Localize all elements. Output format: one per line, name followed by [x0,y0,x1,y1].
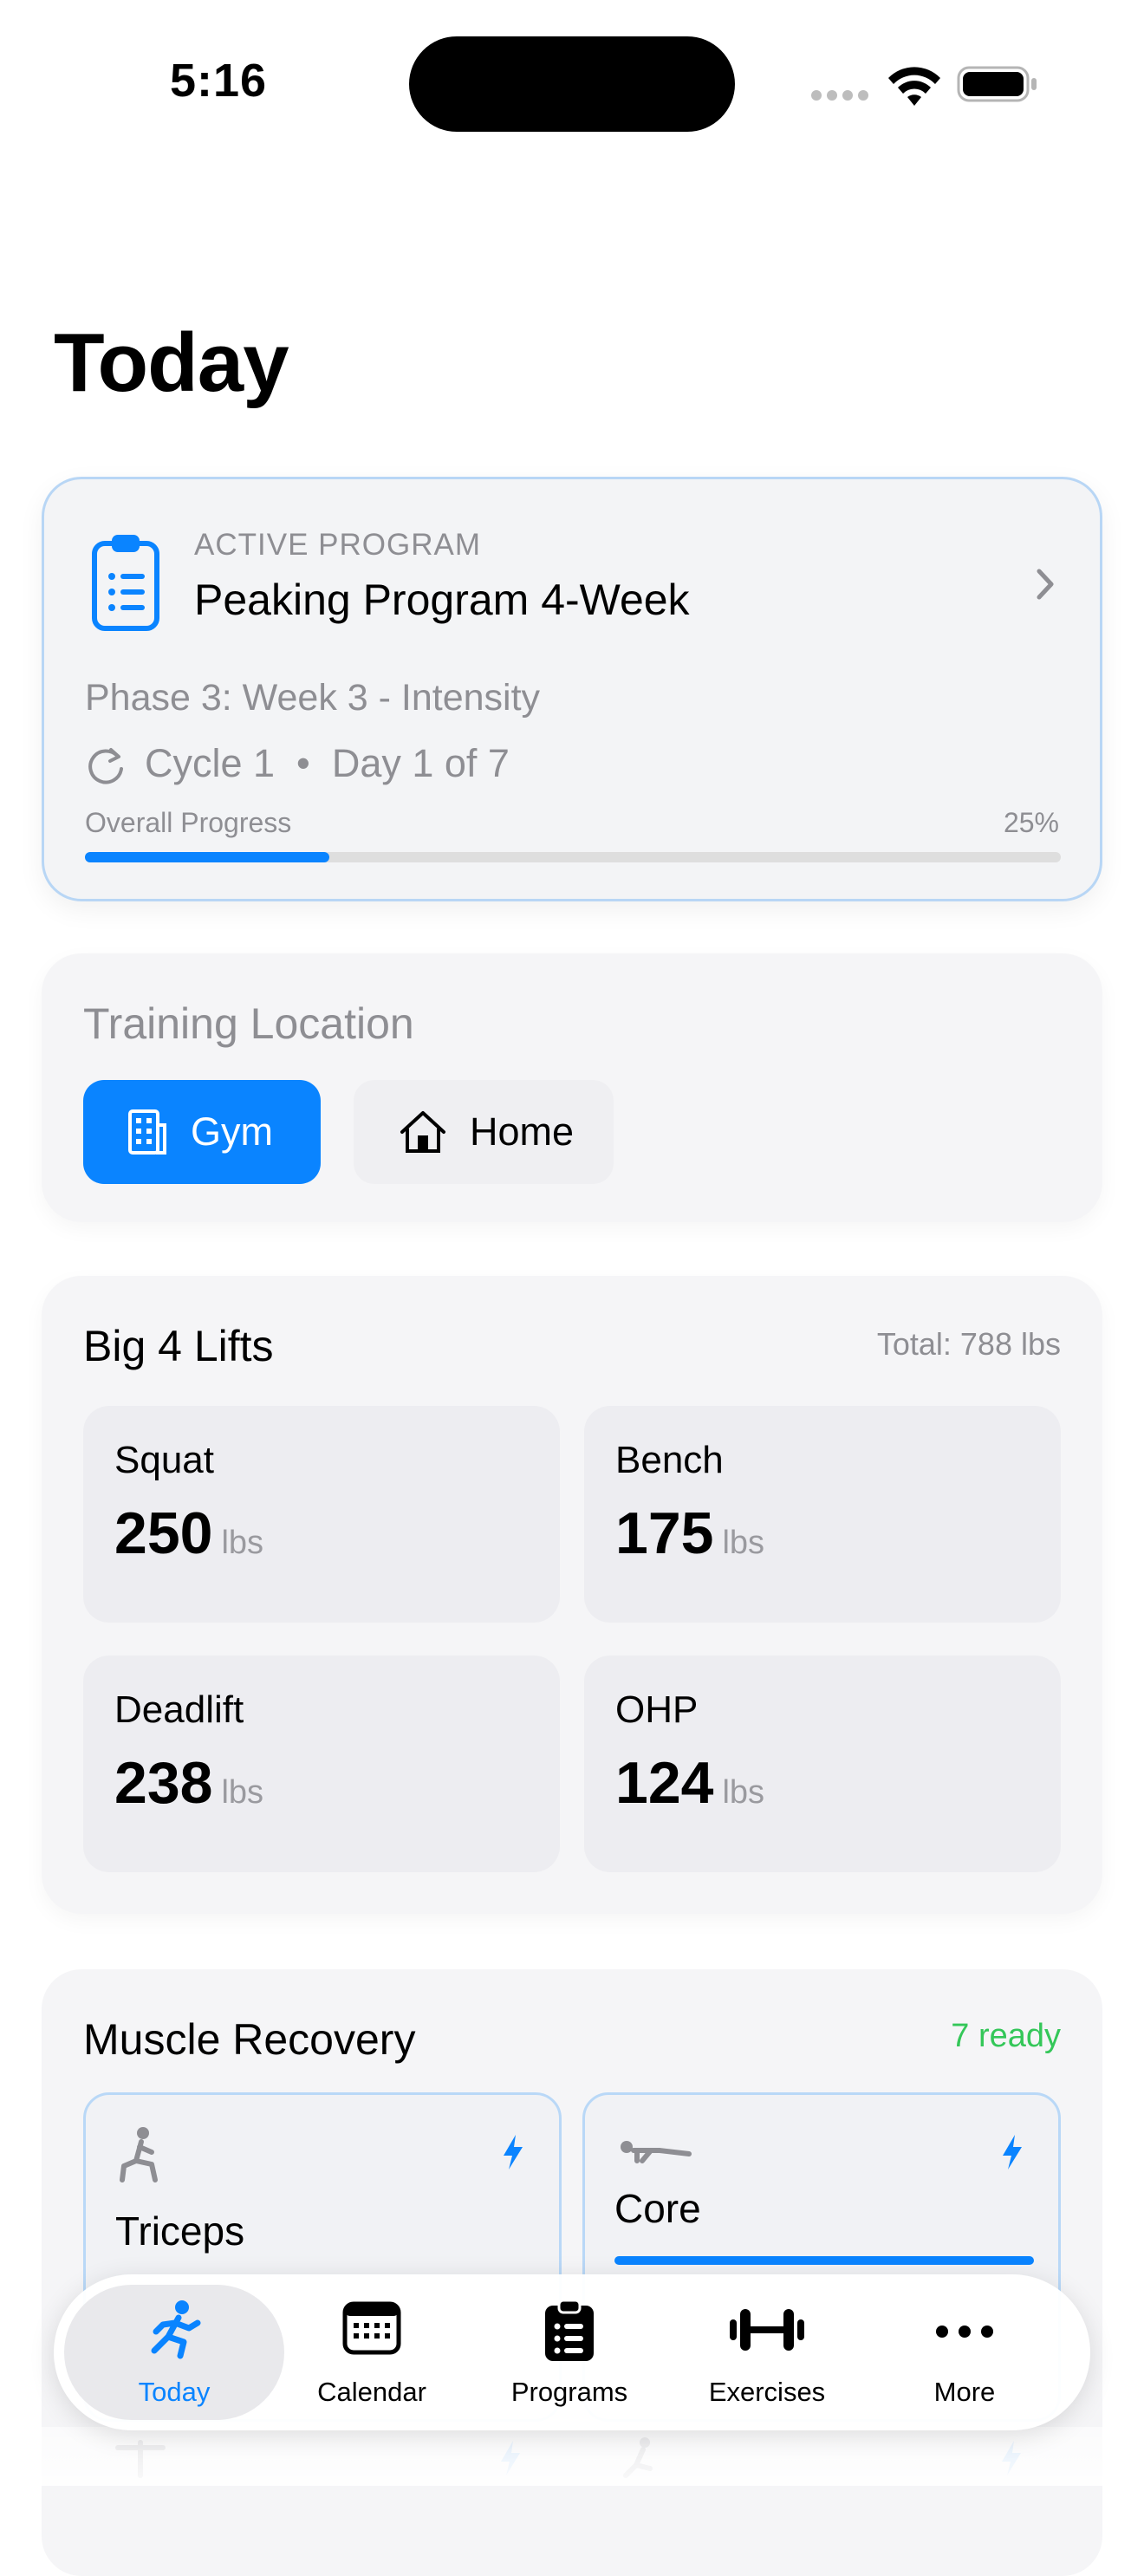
bolt-icon [504,2135,523,2169]
tab-label: Exercises [708,2377,826,2407]
program-cycle: Cycle 1 • Day 1 of 7 [145,741,510,785]
tab-calendar[interactable]: Calendar [272,2274,471,2430]
chevron-right-icon[interactable] [1032,564,1058,604]
lift-tile-ohp[interactable]: OHP 124 lbs [584,1656,1061,1872]
lift-value: 238 [114,1750,213,1816]
tab-today[interactable]: Today [75,2274,274,2430]
tab-exercises[interactable]: Exercises [667,2274,867,2430]
bolt-icon [1003,2135,1022,2169]
house-icon [400,1111,445,1153]
scroll-fade [42,2427,1102,2486]
tab-programs[interactable]: Programs [470,2274,669,2430]
lift-name: Deadlift [114,1688,244,1731]
page-title: Today [54,316,289,409]
lift-name: Squat [114,1439,214,1481]
clipboard-icon [92,535,159,631]
tab-label: Today [138,2377,211,2407]
tab-label: More [933,2377,996,2407]
progress-bar-fill [85,852,329,862]
building-icon [128,1109,166,1155]
calendar-icon [342,2301,401,2355]
recovery-ready-count: 7 ready [951,2018,1061,2054]
lift-value: 175 [615,1500,714,1566]
plank-figure-icon [621,2141,692,2163]
lift-name: Bench [615,1439,724,1481]
tab-label: Programs [510,2377,628,2407]
program-name: Peaking Program 4-Week [194,576,690,624]
lift-unit: lbs [722,1774,765,1811]
lift-unit: lbs [221,1774,264,1811]
training-location-title: Training Location [83,999,414,1048]
cycle-arrow-icon [88,748,123,784]
lifts-title: Big 4 Lifts [83,1322,274,1370]
program-phase: Phase 3: Week 3 - Intensity [85,677,541,719]
progress-bar [85,852,1061,862]
lift-name: OHP [615,1688,699,1731]
running-figure-icon [151,2300,201,2359]
lift-value: 124 [615,1750,714,1816]
location-home-button[interactable]: Home [354,1080,614,1184]
lift-tile-deadlift[interactable]: Deadlift 238 lbs [83,1656,560,1872]
progress-label: Overall Progress [85,807,292,838]
location-gym-button[interactable]: Gym [83,1080,321,1184]
training-location-card: Training Location Gym Home [42,953,1102,1222]
dumbbell-icon [730,2309,804,2351]
lunge-figure-icon [120,2127,158,2182]
big-4-lifts-card: Big 4 Lifts Total: 788 lbs Squat 250 lbs … [42,1276,1102,1914]
lifts-total: Total: 788 lbs [876,1326,1061,1362]
recovery-bar [614,2256,1034,2265]
recovery-name: Core [614,2186,701,2231]
lift-value: 250 [114,1500,213,1566]
location-gym-label: Gym [191,1109,273,1154]
dynamic-island [409,36,735,132]
cellular-signal-icon [811,90,868,101]
ellipsis-icon [936,2326,993,2338]
recovery-name: Triceps [115,2208,245,2254]
lift-unit: lbs [722,1525,765,1561]
status-time: 5:16 [170,55,268,107]
tab-more[interactable]: More [865,2274,1064,2430]
wifi-icon [888,67,940,106]
tab-label: Calendar [317,2377,426,2407]
progress-percent: 25% [1003,807,1059,838]
clipboard-icon [545,2299,594,2361]
lift-unit: lbs [221,1525,264,1561]
battery-icon [957,66,1037,102]
lift-tile-squat[interactable]: Squat 250 lbs [83,1406,560,1623]
active-program-card[interactable]: ACTIVE PROGRAM Peaking Program 4-Week Ph… [42,477,1102,901]
lift-tile-bench[interactable]: Bench 175 lbs [584,1406,1061,1623]
location-home-label: Home [470,1109,575,1154]
program-label: ACTIVE PROGRAM [194,528,481,562]
tab-bar: Today Calendar Programs Exercises More [54,2274,1090,2430]
recovery-title: Muscle Recovery [83,2015,416,2064]
